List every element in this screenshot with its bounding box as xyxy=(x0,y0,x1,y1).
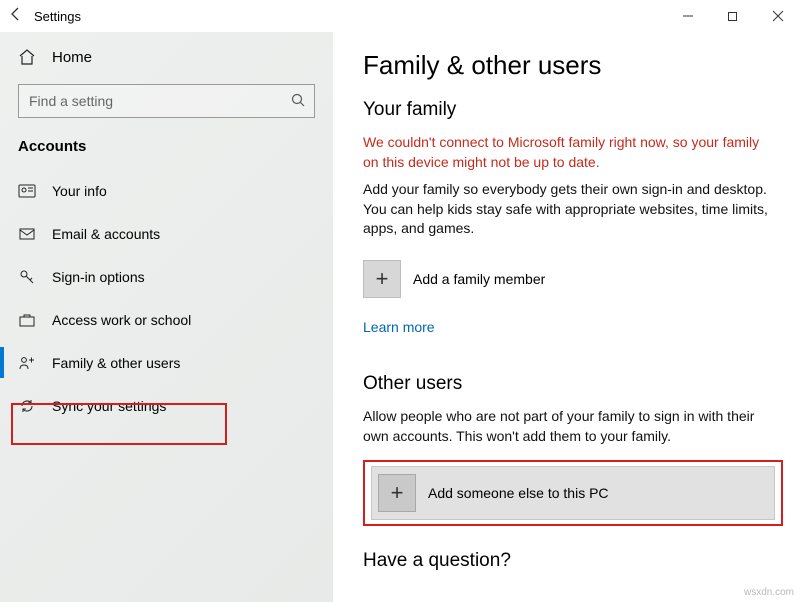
family-heading: Your family xyxy=(363,99,770,121)
minimize-button[interactable] xyxy=(665,0,710,32)
add-family-label: Add a family member xyxy=(413,271,545,287)
plus-icon: + xyxy=(378,474,416,512)
have-a-question-heading: Have a question? xyxy=(363,550,770,572)
search-placeholder: Find a setting xyxy=(29,93,290,109)
page-title: Family & other users xyxy=(363,50,770,81)
search-icon xyxy=(290,92,306,111)
sidebar-item-label: Sync your settings xyxy=(40,398,166,414)
watermark: wsxdn.com xyxy=(744,587,794,598)
sync-icon xyxy=(18,397,40,415)
sidebar-section-title: Accounts xyxy=(0,128,333,169)
sidebar-item-label: Access work or school xyxy=(40,312,191,328)
other-users-heading: Other users xyxy=(363,373,770,395)
highlight-box-add-other: + Add someone else to this PC xyxy=(363,460,783,526)
titlebar: Settings xyxy=(0,0,800,32)
sidebar-item-family-other-users[interactable]: Family & other users xyxy=(0,341,333,384)
family-description: Add your family so everybody gets their … xyxy=(363,180,770,239)
main-content: Family & other users Your family We coul… xyxy=(333,32,800,602)
sidebar-item-label: Your info xyxy=(40,183,107,199)
sidebar-item-your-info[interactable]: Your info xyxy=(0,169,333,212)
maximize-button[interactable] xyxy=(710,0,755,32)
add-family-member-button[interactable]: + Add a family member xyxy=(363,253,770,305)
mail-icon xyxy=(18,225,40,243)
plus-icon: + xyxy=(363,260,401,298)
home-nav[interactable]: Home xyxy=(0,36,333,78)
sidebar-item-label: Sign-in options xyxy=(40,269,145,285)
sidebar-item-access-work-school[interactable]: Access work or school xyxy=(0,298,333,341)
sidebar-item-signin-options[interactable]: Sign-in options xyxy=(0,255,333,298)
window-title: Settings xyxy=(32,9,81,24)
back-button[interactable] xyxy=(0,6,32,27)
person-card-icon xyxy=(18,182,40,200)
key-icon xyxy=(18,268,40,286)
sidebar-item-sync-settings[interactable]: Sync your settings xyxy=(0,384,333,427)
search-input[interactable]: Find a setting xyxy=(18,84,315,118)
home-label: Home xyxy=(40,49,92,66)
people-icon xyxy=(18,354,40,372)
learn-more-link[interactable]: Learn more xyxy=(363,319,435,335)
other-users-description: Allow people who are not part of your fa… xyxy=(363,407,770,446)
sidebar-item-label: Family & other users xyxy=(40,355,180,371)
close-button[interactable] xyxy=(755,0,800,32)
briefcase-icon xyxy=(18,311,40,329)
family-error-text: We couldn't connect to Microsoft family … xyxy=(363,133,770,172)
sidebar-item-email-accounts[interactable]: Email & accounts xyxy=(0,212,333,255)
sidebar-item-label: Email & accounts xyxy=(40,226,160,242)
add-other-label: Add someone else to this PC xyxy=(428,485,609,501)
sidebar: Home Find a setting Accounts Your info xyxy=(0,32,333,602)
add-someone-else-button[interactable]: + Add someone else to this PC xyxy=(371,466,775,520)
home-icon xyxy=(18,48,40,66)
